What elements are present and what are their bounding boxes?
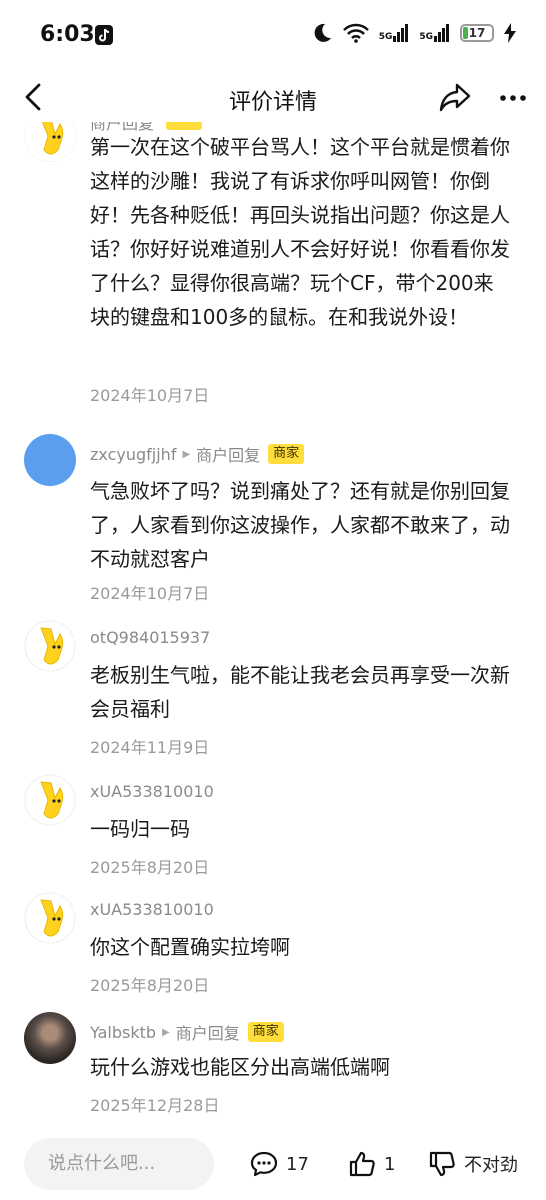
comment-username[interactable]: otQ984015937 [90, 628, 210, 647]
comment-list[interactable]: 商户回复 第一次在这个破平台骂人！这个平台就是惯着你这样的沙雕！我说了有诉求你呼… [0, 122, 546, 1132]
reply-arrow-icon: ▶ [182, 448, 191, 460]
signal-bars-icon [393, 24, 409, 42]
comment-text: 玩什么游戏也能区分出高端低端啊 [90, 1055, 390, 1079]
comment-date: 2024年11月9日 [90, 738, 210, 757]
thumbs-up-icon [349, 1151, 375, 1177]
share-icon[interactable] [438, 80, 472, 114]
comment-date: 2024年10月7日 [90, 386, 210, 405]
avatar[interactable] [24, 774, 76, 826]
avatar[interactable] [24, 434, 76, 486]
comment-username[interactable]: xUA533810010 [90, 900, 214, 919]
battery-fill [463, 27, 469, 39]
tiktok-icon [95, 25, 113, 45]
like-button[interactable]: 1 [348, 1150, 395, 1178]
avatar[interactable] [24, 620, 76, 672]
comment-username[interactable]: xUA533810010 [90, 782, 214, 801]
avatar[interactable] [24, 1012, 76, 1064]
signal-1: 5G [379, 24, 410, 42]
comment-text: 你这个配置确实拉垮啊 [90, 935, 290, 959]
network-label-1: 5G [378, 32, 393, 42]
network-label-2: 5G [419, 32, 433, 42]
comment-meta: otQ984015937 [90, 628, 210, 647]
reply-arrow-icon: ▶ [162, 1026, 170, 1038]
merchant-badge: 商家 [247, 1022, 284, 1042]
battery-indicator: 17 [460, 24, 494, 42]
battery-text: 17 [468, 26, 486, 40]
avatar[interactable] [24, 122, 76, 162]
avatar[interactable] [24, 892, 76, 944]
top-nav: 评价详情 [0, 72, 546, 122]
comment-meta: xUA533810010 [90, 900, 214, 919]
merchant-badge [166, 122, 203, 130]
dislike-label: 不对劲 [464, 1155, 518, 1176]
dislike-button[interactable]: 不对劲 [428, 1150, 518, 1178]
comment-date: 2025年8月20日 [90, 976, 210, 995]
comment-text: 一码归一码 [90, 817, 190, 841]
comment-input[interactable]: 说点什么吧... [24, 1138, 214, 1190]
reply-role: 商户回复 [196, 446, 261, 465]
comment-meta: xUA533810010 [90, 782, 214, 801]
charging-bolt-icon [504, 23, 516, 43]
comment-date: 2025年12月28日 [90, 1096, 220, 1115]
more-icon[interactable] [499, 94, 527, 102]
comment-bubble-icon [250, 1151, 278, 1177]
comment-meta: zxcyugfjjhf ▶ 商户回复 商家 [90, 442, 305, 466]
comment-text: 气急败坏了吗？说到痛处了？还有就是你别回复了，人家看到你这波操作，人家都不敢来了… [90, 479, 510, 571]
status-bar: 6:03 5G 5G 17 [0, 0, 546, 72]
comment-date: 2024年10月7日 [90, 584, 210, 603]
reply-role: 商户回复 [175, 1024, 240, 1043]
signal-bars-icon [434, 24, 449, 42]
thumbs-down-icon [429, 1151, 455, 1177]
comment-text: 第一次在这个破平台骂人！这个平台就是惯着你这样的沙雕！我说了有诉求你呼叫网管！你… [90, 135, 510, 329]
like-count: 1 [384, 1153, 396, 1175]
wifi-icon [342, 23, 369, 43]
comment-count-button[interactable]: 17 [250, 1150, 309, 1178]
comment-count: 17 [286, 1153, 309, 1175]
comment-date: 2025年8月20日 [90, 858, 210, 877]
signal-2: 5G [419, 24, 450, 42]
comment-meta: Yalbsktb ▶ 商户回复 商家 [90, 1020, 284, 1044]
comment-username[interactable]: Yalbsktb [90, 1023, 156, 1042]
status-icons: 5G 5G 17 [311, 22, 516, 44]
comment-text: 老板别生气啦，能不能让我老会员再享受一次新会员福利 [90, 663, 510, 721]
moon-icon [314, 23, 331, 42]
bottom-action-bar: 说点什么吧... 17 1 不对劲 [0, 1132, 546, 1200]
comment-username[interactable]: zxcyugfjjhf [90, 445, 176, 464]
merchant-badge: 商家 [268, 444, 305, 464]
status-time: 6:03 [40, 22, 95, 47]
